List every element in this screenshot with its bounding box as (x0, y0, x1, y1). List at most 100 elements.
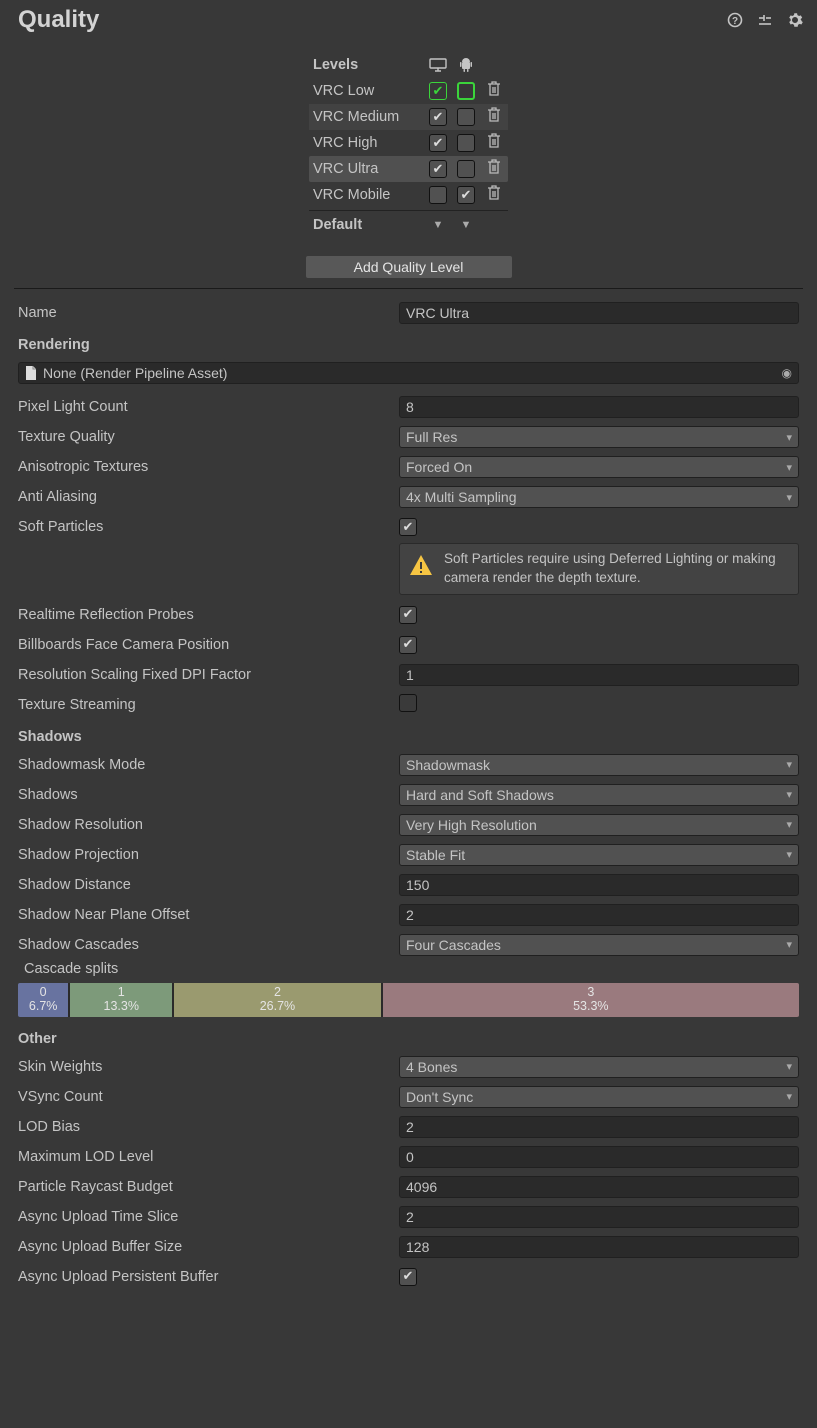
level-checkbox[interactable] (429, 134, 447, 152)
android-icon (452, 57, 480, 73)
levels-table: Levels VRC Low VRC Medium VRC High VRC U… (309, 52, 508, 236)
rendering-header: Rendering (18, 337, 799, 353)
pixel-light-input[interactable] (399, 396, 799, 418)
level-row[interactable]: VRC High (309, 130, 508, 156)
level-checkbox[interactable] (429, 82, 447, 100)
max-lod-label: Maximum LOD Level (18, 1149, 393, 1165)
other-header: Other (18, 1031, 799, 1047)
trash-icon[interactable] (487, 107, 501, 127)
texture-streaming-label: Texture Streaming (18, 697, 393, 713)
cascade-segment[interactable]: 113.3% (70, 983, 174, 1017)
max-lod-input[interactable] (399, 1146, 799, 1168)
raycast-budget-label: Particle Raycast Budget (18, 1179, 393, 1195)
svg-text:?: ? (732, 16, 738, 27)
default-label: Default (309, 217, 424, 233)
shadow-near-input[interactable] (399, 904, 799, 926)
level-name: VRC Ultra (309, 161, 424, 177)
skin-weights-dropdown[interactable]: 4 Bones (399, 1056, 799, 1078)
reflection-probes-checkbox[interactable] (399, 606, 417, 624)
vsync-dropdown[interactable]: Don't Sync (399, 1086, 799, 1108)
texture-quality-dropdown[interactable]: Full Res (399, 426, 799, 448)
presets-icon[interactable] (755, 10, 775, 30)
trash-icon[interactable] (487, 81, 501, 101)
gear-icon[interactable] (785, 10, 805, 30)
shadow-res-label: Shadow Resolution (18, 817, 393, 833)
level-checkbox[interactable] (429, 160, 447, 178)
level-checkbox[interactable] (457, 134, 475, 152)
name-label: Name (18, 305, 393, 321)
level-row[interactable]: VRC Ultra (309, 156, 508, 182)
monitor-icon (424, 58, 452, 72)
cascade-splits-label: Cascade splits (18, 961, 799, 977)
shadow-dist-label: Shadow Distance (18, 877, 393, 893)
soft-particles-label: Soft Particles (18, 519, 393, 535)
texture-streaming-checkbox[interactable] (399, 694, 417, 712)
name-input[interactable] (399, 302, 799, 324)
trash-icon[interactable] (487, 133, 501, 153)
level-row[interactable]: VRC Low (309, 78, 508, 104)
lod-bias-label: LOD Bias (18, 1119, 393, 1135)
cascade-segment[interactable]: 353.3% (383, 983, 799, 1017)
level-checkbox[interactable] (429, 186, 447, 204)
render-pipeline-value: None (Render Pipeline Asset) (43, 365, 227, 381)
texture-quality-label: Texture Quality (18, 429, 393, 445)
cascade-segment[interactable]: 06.7% (18, 983, 70, 1017)
render-pipeline-field[interactable]: None (Render Pipeline Asset) (18, 362, 799, 384)
aa-dropdown[interactable]: 4x Multi Sampling (399, 486, 799, 508)
upload-time-slice-label: Async Upload Time Slice (18, 1209, 393, 1225)
lod-bias-input[interactable] (399, 1116, 799, 1138)
shadow-proj-dropdown[interactable]: Stable Fit (399, 844, 799, 866)
page-title: Quality (18, 6, 715, 34)
trash-icon[interactable] (487, 159, 501, 179)
level-checkbox[interactable] (457, 186, 475, 204)
vsync-label: VSync Count (18, 1089, 393, 1105)
trash-icon[interactable] (487, 185, 501, 205)
reflection-probes-label: Realtime Reflection Probes (18, 607, 393, 623)
default-android-dropdown[interactable]: ▼ (461, 219, 472, 231)
level-row[interactable]: VRC Medium (309, 104, 508, 130)
level-checkbox[interactable] (457, 108, 475, 126)
shadows-header: Shadows (18, 729, 799, 745)
help-icon[interactable]: ? (725, 10, 745, 30)
level-name: VRC Low (309, 83, 424, 99)
warning-icon (408, 553, 434, 585)
skin-weights-label: Skin Weights (18, 1059, 393, 1075)
level-checkbox[interactable] (457, 82, 475, 100)
shadows-label: Shadows (18, 787, 393, 803)
level-row[interactable]: VRC Mobile (309, 182, 508, 208)
add-quality-level-button[interactable]: Add Quality Level (306, 256, 512, 278)
billboards-checkbox[interactable] (399, 636, 417, 654)
soft-particles-checkbox[interactable] (399, 518, 417, 536)
document-icon (25, 366, 37, 380)
upload-buffer-size-label: Async Upload Buffer Size (18, 1239, 393, 1255)
soft-particles-warning: Soft Particles require using Deferred Li… (399, 543, 799, 595)
dpi-input[interactable] (399, 664, 799, 686)
shadow-res-dropdown[interactable]: Very High Resolution (399, 814, 799, 836)
levels-header: Levels (309, 57, 424, 73)
level-checkbox[interactable] (429, 108, 447, 126)
shadows-dropdown[interactable]: Hard and Soft Shadows (399, 784, 799, 806)
level-checkbox[interactable] (457, 160, 475, 178)
aa-label: Anti Aliasing (18, 489, 393, 505)
billboards-label: Billboards Face Camera Position (18, 637, 393, 653)
upload-time-slice-input[interactable] (399, 1206, 799, 1228)
level-name: VRC Mobile (309, 187, 424, 203)
level-name: VRC Medium (309, 109, 424, 125)
shadowmask-label: Shadowmask Mode (18, 757, 393, 773)
raycast-budget-input[interactable] (399, 1176, 799, 1198)
shadow-cascades-dropdown[interactable]: Four Cascades (399, 934, 799, 956)
shadowmask-dropdown[interactable]: Shadowmask (399, 754, 799, 776)
aniso-dropdown[interactable]: Forced On (399, 456, 799, 478)
dpi-label: Resolution Scaling Fixed DPI Factor (18, 667, 393, 683)
pixel-light-label: Pixel Light Count (18, 399, 393, 415)
cascade-splits-bar[interactable]: 06.7%113.3%226.7%353.3% (18, 983, 799, 1017)
aniso-label: Anisotropic Textures (18, 459, 393, 475)
upload-buffer-size-input[interactable] (399, 1236, 799, 1258)
upload-persistent-label: Async Upload Persistent Buffer (18, 1269, 393, 1285)
upload-persistent-checkbox[interactable] (399, 1268, 417, 1286)
shadow-proj-label: Shadow Projection (18, 847, 393, 863)
default-desktop-dropdown[interactable]: ▼ (433, 219, 444, 231)
cascade-segment[interactable]: 226.7% (174, 983, 383, 1017)
shadow-near-label: Shadow Near Plane Offset (18, 907, 393, 923)
shadow-dist-input[interactable] (399, 874, 799, 896)
